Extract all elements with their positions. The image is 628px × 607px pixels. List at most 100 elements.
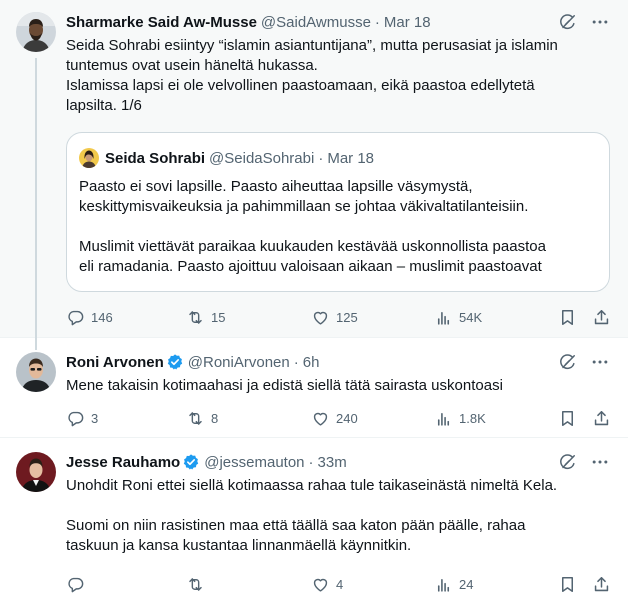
tweet-text-content: Mene takaisin kotimaahasi ja edistä siel… — [66, 377, 503, 394]
retweet-icon — [186, 575, 205, 594]
reply-button[interactable]: 146 — [66, 305, 113, 329]
bookmark-icon — [558, 575, 577, 594]
quoted-tweet[interactable]: Seida Sohrabi @SeidaSohrabi · Mar 18 Paa… — [66, 132, 610, 292]
bookmark-button[interactable] — [558, 305, 577, 329]
retweet-button[interactable] — [186, 572, 211, 596]
tweet-main[interactable]: Sharmarke Said Aw-Musse @SaidAwmusse · M… — [0, 0, 628, 338]
timestamp[interactable]: 6h — [303, 354, 320, 371]
retweet-icon — [186, 308, 205, 327]
retweet-icon — [186, 409, 205, 428]
share-button[interactable] — [592, 572, 611, 596]
tweet-text: Mene takaisin kotimaahasi ja edistä siel… — [66, 376, 604, 396]
more-icon[interactable] — [590, 12, 610, 32]
retweet-count: 8 — [211, 410, 219, 426]
quoted-paragraph: Paasto ei sovi lapsille. Paasto aiheutta… — [79, 178, 529, 215]
avatar-image — [16, 12, 56, 52]
avatar[interactable] — [16, 12, 56, 52]
retweet-button[interactable]: 8 — [186, 406, 218, 430]
more-icon[interactable] — [590, 352, 610, 372]
thread-line — [35, 338, 37, 350]
bookmark-button[interactable] — [558, 406, 577, 430]
grok-icon[interactable] — [558, 452, 578, 472]
avatar[interactable] — [16, 352, 56, 392]
bookmark-icon — [558, 409, 577, 428]
avatar-image — [16, 452, 56, 492]
quoted-avatar-image — [79, 148, 99, 168]
tweet-actions: 4 24 — [66, 572, 614, 596]
tweet-top-actions — [558, 12, 610, 32]
separator: · — [374, 13, 380, 31]
verified-badge-icon[interactable] — [166, 353, 184, 371]
tweet-paragraph: Suomi on niin rasistinen maa että täällä… — [66, 517, 526, 554]
timestamp[interactable]: 33m — [318, 454, 347, 471]
verified-badge-icon[interactable] — [182, 453, 200, 471]
grok-icon[interactable] — [558, 12, 578, 32]
like-count: 240 — [336, 410, 358, 426]
author-name[interactable]: Roni Arvonen — [66, 354, 164, 371]
share-icon — [592, 409, 611, 428]
like-button[interactable]: 125 — [311, 305, 358, 329]
share-button[interactable] — [592, 305, 611, 329]
tweet-actions: 3 8 240 1.8K — [66, 406, 614, 430]
separator: · — [318, 149, 324, 167]
reply-icon — [66, 575, 85, 594]
tweet-paragraph: Unohdit Roni ettei siellä kotimaassa rah… — [66, 477, 558, 494]
quoted-avatar — [79, 148, 99, 168]
tweet-header: Jesse Rauhamo @jessemauton · 33m — [66, 452, 538, 472]
like-button[interactable]: 4 — [311, 572, 343, 596]
reply-button[interactable] — [66, 572, 91, 596]
views-count: 54K — [459, 309, 483, 325]
like-icon — [311, 575, 330, 594]
tweet-text: Seida Sohrabi esiintyy “islamin asiantun… — [66, 36, 604, 116]
reply-icon — [66, 308, 85, 327]
author-handle[interactable]: @RoniArvonen — [188, 354, 290, 371]
tweet-top-actions — [558, 352, 610, 372]
views-icon — [434, 575, 453, 594]
bookmark-button[interactable] — [558, 572, 577, 596]
author-handle[interactable]: @jessemauton — [204, 454, 304, 471]
like-icon — [311, 409, 330, 428]
author-name[interactable]: Sharmarke Said Aw-Musse — [66, 14, 257, 31]
author-handle[interactable]: @SaidAwmusse — [261, 14, 371, 31]
avatar-image — [16, 352, 56, 392]
share-button[interactable] — [592, 406, 611, 430]
views-icon — [434, 409, 453, 428]
separator: · — [308, 453, 314, 471]
tweet-text-content: Seida Sohrabi esiintyy “islamin asiantun… — [66, 37, 558, 114]
share-icon — [592, 575, 611, 594]
views-button[interactable]: 24 — [434, 572, 473, 596]
tweet-header: Roni Arvonen @RoniArvonen · 6h — [66, 352, 538, 372]
like-icon — [311, 308, 330, 327]
quoted-author-name[interactable]: Seida Sohrabi — [105, 150, 205, 167]
grok-icon[interactable] — [558, 352, 578, 372]
more-icon[interactable] — [590, 452, 610, 472]
tweet-reply[interactable]: Jesse Rauhamo @jessemauton · 33m Unohdit… — [0, 438, 628, 607]
quoted-tweet-header: Seida Sohrabi @SeidaSohrabi · Mar 18 — [79, 147, 374, 169]
tweet-actions: 146 15 125 54K — [66, 305, 614, 329]
tweet-top-actions — [558, 452, 610, 472]
like-button[interactable]: 240 — [311, 406, 358, 430]
like-count: 125 — [336, 309, 358, 325]
quoted-timestamp[interactable]: Mar 18 — [327, 150, 374, 167]
reply-icon — [66, 409, 85, 428]
bookmark-icon — [558, 308, 577, 327]
views-button[interactable]: 1.8K — [434, 406, 486, 430]
quoted-author-handle[interactable]: @SeidaSohrabi — [209, 150, 314, 167]
timestamp[interactable]: Mar 18 — [384, 14, 431, 31]
quoted-tweet-text: Paasto ei sovi lapsille. Paasto aiheutta… — [79, 177, 597, 291]
reply-count: 146 — [91, 309, 113, 325]
reply-count: 3 — [91, 410, 99, 426]
retweet-button[interactable]: 15 — [186, 305, 225, 329]
retweet-count: 15 — [211, 309, 226, 325]
reply-button[interactable]: 3 — [66, 406, 98, 430]
share-icon — [592, 308, 611, 327]
views-count: 24 — [459, 576, 474, 592]
avatar[interactable] — [16, 452, 56, 492]
tweet-reply[interactable]: Roni Arvonen @RoniArvonen · 6h Mene taka… — [0, 338, 628, 438]
author-name[interactable]: Jesse Rauhamo — [66, 454, 180, 471]
views-count: 1.8K — [459, 410, 486, 426]
quoted-paragraph: Muslimit viettävät paraikaa kuukauden ke… — [79, 238, 546, 275]
views-button[interactable]: 54K — [434, 305, 482, 329]
thread-line — [35, 58, 37, 338]
tweet-text: Unohdit Roni ettei siellä kotimaassa rah… — [66, 476, 604, 556]
